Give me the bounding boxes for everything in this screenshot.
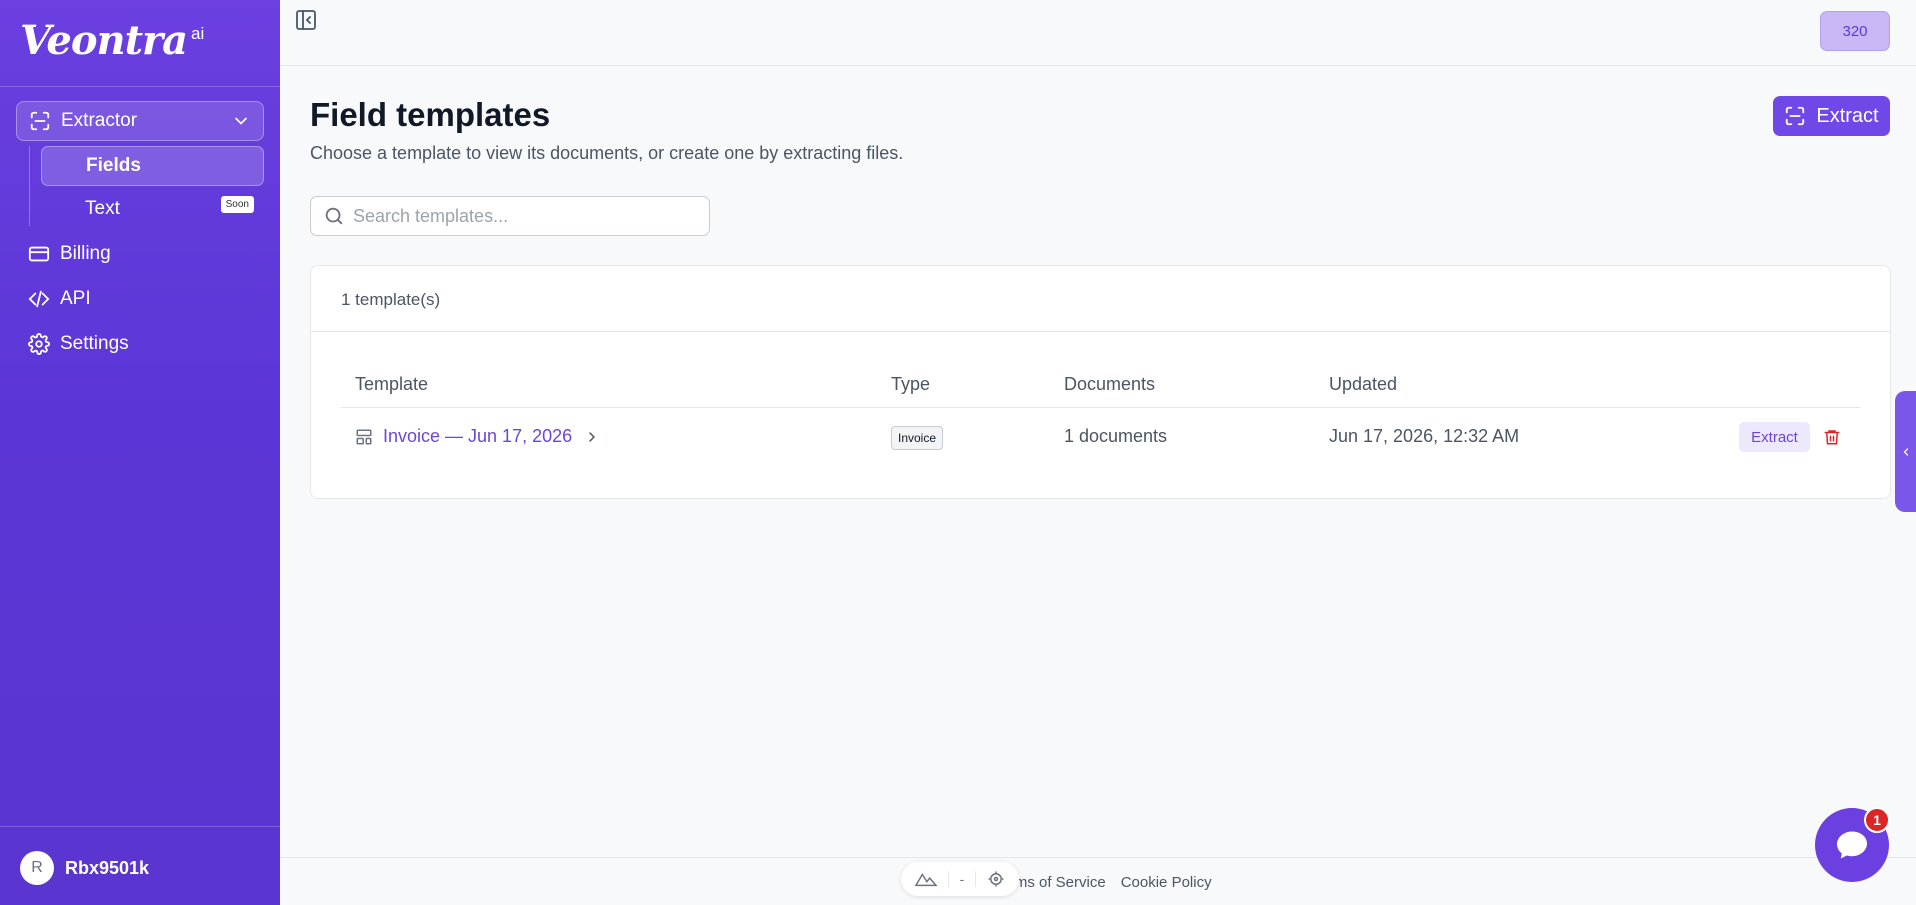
footer-link-cookies[interactable]: Cookie Policy bbox=[1121, 874, 1212, 891]
user-menu[interactable]: R Rbx9501k bbox=[20, 851, 149, 885]
chat-bubble-icon bbox=[1837, 831, 1867, 859]
sidebar-item-text[interactable]: Text Soon bbox=[41, 190, 264, 228]
template-icon bbox=[356, 429, 372, 444]
sidebar-divider bbox=[0, 826, 280, 827]
template-count: 1 template(s) bbox=[341, 290, 441, 309]
sidebar: Veontra ai Extractor Fields Text Soon Bi… bbox=[0, 0, 280, 905]
sidebar-item-label: API bbox=[60, 288, 91, 309]
gear-icon bbox=[28, 333, 50, 355]
sidebar-item-billing[interactable]: Billing bbox=[28, 236, 111, 272]
footer-links: y Terms of Service Cookie Policy bbox=[972, 874, 1212, 891]
row-extract-button[interactable]: Extract bbox=[1739, 422, 1810, 452]
mountain-icon[interactable] bbox=[914, 871, 937, 887]
sidebar-item-api[interactable]: API bbox=[28, 281, 91, 317]
extract-button-label: Extract bbox=[1816, 104, 1879, 127]
sidebar-item-label: Fields bbox=[86, 155, 141, 176]
table-row[interactable]: Invoice — Jun 17, 2026 Invoice 1 documen… bbox=[311, 408, 1890, 464]
column-header-type: Type bbox=[891, 374, 931, 394]
chat-notification-badge: 1 bbox=[1864, 807, 1890, 833]
credits-badge[interactable]: 320 bbox=[1820, 11, 1890, 51]
templates-card: 1 template(s) Template Type Documents Up… bbox=[310, 265, 1891, 499]
sidebar-item-fields[interactable]: Fields bbox=[41, 146, 264, 186]
brand-name: Veontra bbox=[20, 17, 188, 64]
code-icon bbox=[28, 290, 50, 308]
brand-logo[interactable]: Veontra ai bbox=[20, 16, 204, 66]
panel-collapse-icon bbox=[296, 10, 316, 30]
sidebar-item-label: Text bbox=[85, 198, 120, 219]
column-header-template: Template bbox=[355, 374, 429, 394]
updated-date: Jun 17, 2026, 12:32 AM bbox=[1329, 426, 1520, 446]
page-subtitle: Choose a template to view its documents,… bbox=[310, 143, 904, 163]
footer: y Terms of Service Cookie Policy - bbox=[280, 857, 1916, 905]
sidebar-item-label: Settings bbox=[60, 333, 129, 354]
chevron-right-icon bbox=[589, 431, 596, 442]
template-link[interactable]: Invoice — Jun 17, 2026 bbox=[355, 426, 600, 447]
page-title: Field templates bbox=[310, 96, 551, 133]
tree-line bbox=[29, 146, 30, 226]
soon-badge: Soon bbox=[220, 196, 254, 213]
sidebar-item-label: Billing bbox=[60, 243, 111, 264]
crosshair-icon[interactable] bbox=[987, 870, 1005, 888]
floating-toolbar: - bbox=[901, 862, 1019, 896]
user-name: Rbx9501k bbox=[65, 857, 150, 878]
card-divider bbox=[311, 331, 1890, 332]
scan-icon bbox=[30, 111, 50, 131]
side-panel-toggle[interactable] bbox=[1895, 391, 1916, 512]
sidebar-item-extractor[interactable]: Extractor bbox=[16, 101, 264, 141]
chevron-down-icon bbox=[235, 117, 247, 125]
sidebar-divider bbox=[0, 86, 280, 87]
chevron-left-icon bbox=[1903, 447, 1908, 456]
avatar: R bbox=[20, 851, 54, 885]
toolbar-separator bbox=[947, 871, 949, 887]
column-header-documents: Documents bbox=[1064, 374, 1156, 394]
extract-button[interactable]: Extract bbox=[1773, 96, 1890, 136]
delete-button[interactable] bbox=[1823, 427, 1841, 452]
toolbar-separator bbox=[975, 871, 977, 887]
brand-suffix: ai bbox=[191, 24, 205, 43]
search-box bbox=[310, 196, 710, 236]
search-icon bbox=[325, 207, 343, 225]
sidebar-item-label: Extractor bbox=[61, 110, 138, 131]
type-badge: Invoice bbox=[891, 426, 944, 450]
column-header-updated: Updated bbox=[1329, 374, 1398, 394]
scan-icon bbox=[1786, 106, 1805, 126]
toolbar-dash[interactable]: - bbox=[960, 871, 965, 887]
documents-count: 1 documents bbox=[1064, 426, 1168, 446]
template-name: Invoice — Jun 17, 2026 bbox=[383, 426, 573, 446]
search-input[interactable] bbox=[353, 205, 693, 227]
trash-icon bbox=[1824, 430, 1840, 445]
top-bar: 320 bbox=[280, 0, 1916, 66]
sidebar-item-settings[interactable]: Settings bbox=[28, 326, 129, 362]
collapse-sidebar-button[interactable] bbox=[294, 8, 320, 34]
credit-card-icon bbox=[28, 246, 50, 262]
